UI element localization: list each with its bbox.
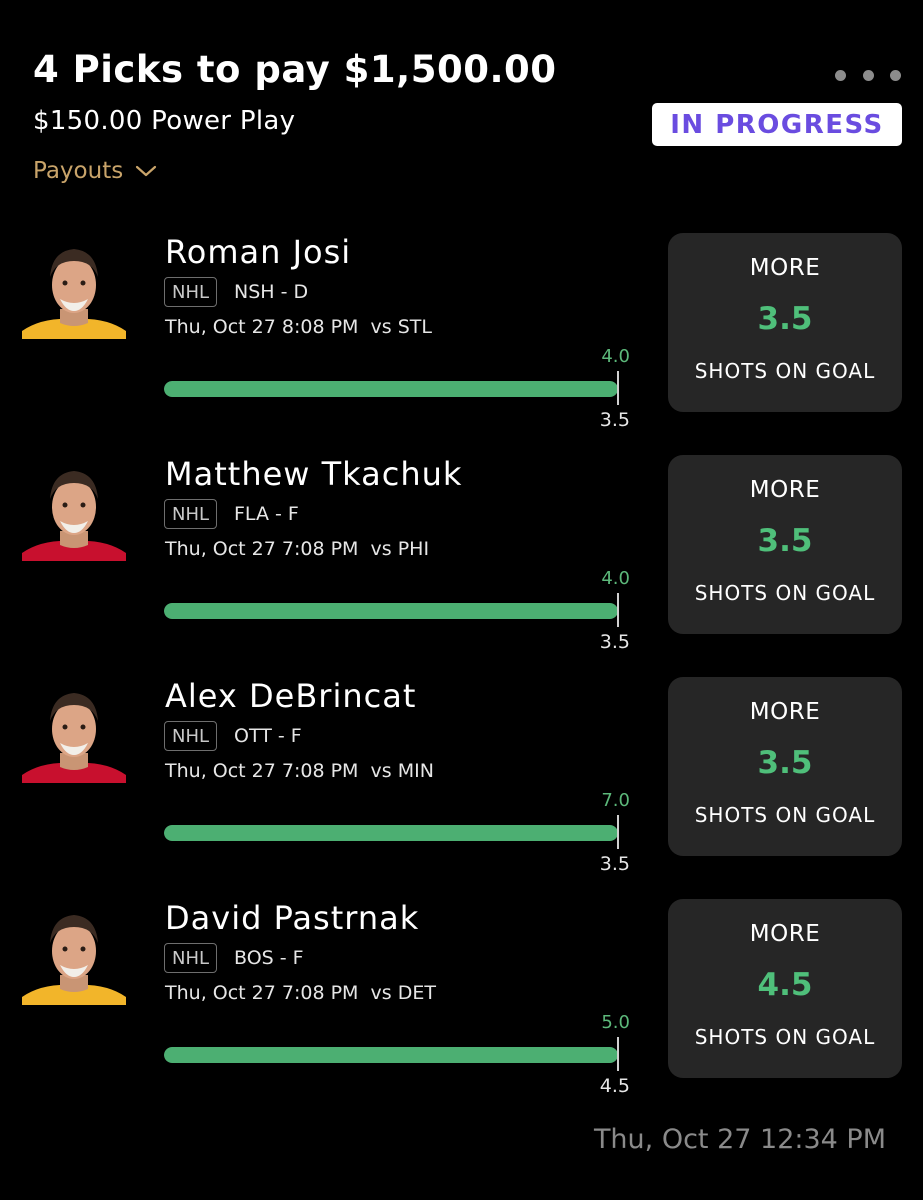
pick-row: Roman Josi NHL NSH - D Thu, Oct 27 8:08 … <box>0 233 923 433</box>
chevron-down-icon <box>136 165 157 177</box>
payouts-toggle[interactable]: Payouts <box>33 158 157 184</box>
league-tag: NHL <box>164 277 218 307</box>
line-value: 3.5 <box>599 631 630 653</box>
timestamp: Thu, Oct 27 12:34 PM <box>593 1124 886 1155</box>
prop-stat: SHOTS ON GOAL <box>694 581 876 605</box>
prop-card[interactable]: MORE 4.5 SHOTS ON GOAL <box>668 899 902 1078</box>
progress-bar <box>164 603 618 619</box>
league-tag: NHL <box>164 943 218 973</box>
prop-line: 3.5 <box>757 745 813 781</box>
more-menu-icon[interactable] <box>835 66 901 84</box>
player-avatar <box>22 903 126 1005</box>
progress-fill <box>164 603 618 619</box>
pick-row: David Pastrnak NHL BOS - F Thu, Oct 27 7… <box>0 899 923 1099</box>
prop-stat: SHOTS ON GOAL <box>694 1025 876 1049</box>
pick-row: Alex DeBrincat NHL OTT - F Thu, Oct 27 7… <box>0 677 923 877</box>
team-position: BOS - F <box>234 947 304 969</box>
progress-bar <box>164 825 618 841</box>
actual-value: 4.0 <box>601 568 630 589</box>
actual-value: 4.0 <box>601 346 630 367</box>
team-position: NSH - D <box>234 281 309 303</box>
player-avatar <box>22 237 126 339</box>
line-marker <box>617 1037 619 1071</box>
league-tag: NHL <box>164 721 218 751</box>
game-info: Thu, Oct 27 7:08 PM vs PHI <box>165 538 430 560</box>
prop-card[interactable]: MORE 3.5 SHOTS ON GOAL <box>668 233 902 412</box>
line-value: 4.5 <box>599 1075 630 1097</box>
prop-line: 3.5 <box>757 523 813 559</box>
line-marker <box>617 815 619 849</box>
header-title: 4 Picks to pay $1,500.00 <box>33 48 557 91</box>
line-value: 3.5 <box>599 853 630 875</box>
prop-direction: MORE <box>749 255 821 281</box>
team-position: OTT - F <box>234 725 302 747</box>
prop-line: 3.5 <box>757 301 813 337</box>
prop-card[interactable]: MORE 3.5 SHOTS ON GOAL <box>668 677 902 856</box>
actual-value: 7.0 <box>601 790 630 811</box>
player-name: Alex DeBrincat <box>165 677 417 715</box>
player-avatar <box>22 681 126 783</box>
game-info: Thu, Oct 27 8:08 PM vs STL <box>165 316 432 338</box>
prop-stat: SHOTS ON GOAL <box>694 359 876 383</box>
progress-bar <box>164 381 618 397</box>
player-name: Matthew Tkachuk <box>165 455 463 493</box>
prop-direction: MORE <box>749 699 821 725</box>
prop-direction: MORE <box>749 477 821 503</box>
player-name: Roman Josi <box>165 233 352 271</box>
progress-fill <box>164 1047 618 1063</box>
header-subtitle: $150.00 Power Play <box>33 106 296 136</box>
progress-fill <box>164 825 618 841</box>
payouts-label: Payouts <box>33 158 124 184</box>
prop-line: 4.5 <box>757 967 813 1003</box>
player-name: David Pastrnak <box>165 899 420 937</box>
prop-direction: MORE <box>749 921 821 947</box>
player-avatar <box>22 459 126 561</box>
progress-fill <box>164 381 618 397</box>
prop-card[interactable]: MORE 3.5 SHOTS ON GOAL <box>668 455 902 634</box>
line-marker <box>617 593 619 627</box>
status-badge: IN PROGRESS <box>652 103 902 146</box>
progress-bar <box>164 1047 618 1063</box>
game-info: Thu, Oct 27 7:08 PM vs MIN <box>165 760 434 782</box>
league-tag: NHL <box>164 499 218 529</box>
line-value: 3.5 <box>599 409 630 431</box>
line-marker <box>617 371 619 405</box>
game-info: Thu, Oct 27 7:08 PM vs DET <box>165 982 436 1004</box>
team-position: FLA - F <box>234 503 299 525</box>
prop-stat: SHOTS ON GOAL <box>694 803 876 827</box>
pick-row: Matthew Tkachuk NHL FLA - F Thu, Oct 27 … <box>0 455 923 655</box>
actual-value: 5.0 <box>601 1012 630 1033</box>
